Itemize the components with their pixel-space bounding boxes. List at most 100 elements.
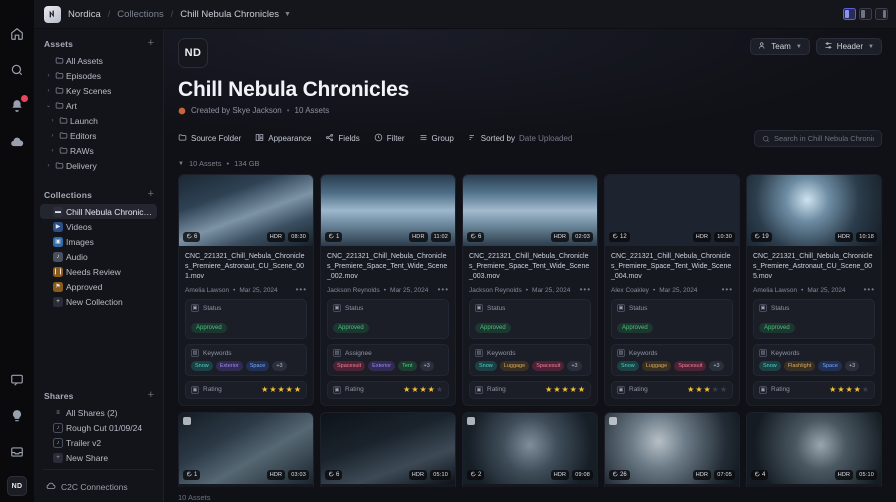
- status-field[interactable]: ▣ Status Approved: [185, 299, 307, 340]
- asset-thumbnail[interactable]: 1 HDR 03:03: [179, 412, 313, 484]
- sidebar-item-needs-review[interactable]: ❙❙ Needs Review: [40, 264, 157, 279]
- rating-field[interactable]: ▣ Rating ★ ★ ★ ★ ★: [327, 380, 449, 399]
- header-button[interactable]: Header ▼: [815, 38, 882, 55]
- tag-chip[interactable]: Exterior: [215, 361, 243, 371]
- tag-chip[interactable]: Snow: [759, 361, 781, 371]
- star-icon[interactable]: ★: [403, 385, 410, 394]
- sidebar-item-all-assets[interactable]: All Assets: [40, 53, 157, 68]
- sidebar-item-approved[interactable]: ⚑ Approved: [40, 279, 157, 294]
- select-checkbox[interactable]: [467, 416, 475, 425]
- rating-stars[interactable]: ★ ★ ★ ★ ★: [261, 385, 301, 394]
- star-icon[interactable]: ★: [837, 385, 844, 394]
- asset-card[interactable]: 6 HDR 02:03 CNC_221321_Chill_Nebula_Chronic…: [462, 174, 598, 406]
- sidebar-item-art[interactable]: ⌄ Art: [40, 98, 157, 113]
- rating-stars[interactable]: ★ ★ ★ ★ ★: [403, 385, 443, 394]
- asset-thumbnail[interactable]: 12 HDR 10:30: [605, 175, 739, 246]
- toolbar-sort[interactable]: Sorted by Date Uploaded: [468, 133, 572, 144]
- rating-field[interactable]: ▣ Rating ★ ★ ★ ★ ★: [185, 380, 307, 399]
- add-collection-icon[interactable]: +: [148, 189, 154, 200]
- tag-chip[interactable]: Tent: [398, 361, 417, 371]
- tag-chip[interactable]: Spacesuit: [333, 361, 366, 371]
- asset-more-menu-icon[interactable]: •••: [722, 286, 733, 294]
- tags-field[interactable]: ▥ Keywords Snow Flashlight Space +3: [753, 344, 875, 376]
- tag-chip[interactable]: Snow: [191, 361, 213, 371]
- team-button[interactable]: Team ▼: [750, 38, 810, 55]
- asset-card[interactable]: 19 HDR 10:18 CNC_221321_Chill_Nebula_Chroni…: [746, 174, 882, 406]
- asset-card[interactable]: 12 HDR 10:30 CNC_221321_Chill_Nebula_Chroni…: [604, 174, 740, 406]
- chevron-right-icon[interactable]: ›: [44, 163, 53, 169]
- asset-thumbnail[interactable]: 6 HDR 08:30: [179, 175, 313, 246]
- tags-field[interactable]: ▥ Keywords Snow Exterior Space +3: [185, 344, 307, 376]
- sidebar-item-delivery[interactable]: › Delivery: [40, 158, 157, 173]
- chevron-right-icon[interactable]: ›: [48, 148, 57, 154]
- sidebar-item-videos[interactable]: ▶ Videos: [40, 219, 157, 234]
- right-panel-toggle[interactable]: [875, 8, 888, 20]
- chevron-right-icon[interactable]: ›: [48, 133, 57, 139]
- star-icon[interactable]: ★: [411, 385, 418, 394]
- sidebar-item-key-scenes[interactable]: › Key Scenes: [40, 83, 157, 98]
- sidebar-item-images[interactable]: ▣ Images: [40, 234, 157, 249]
- search-input[interactable]: [774, 134, 874, 143]
- tags-field[interactable]: ▥ Keywords Snow Luggage Spacesuit +3: [469, 344, 591, 376]
- sidebar-item-all-shares-2-[interactable]: ≡ All Shares (2): [40, 405, 157, 420]
- lightbulb-icon[interactable]: [5, 404, 29, 428]
- star-icon[interactable]: ★: [261, 385, 268, 394]
- star-icon[interactable]: ★: [286, 385, 293, 394]
- toolbar-group[interactable]: Group: [419, 133, 454, 144]
- sidebar-item-c2c-connections[interactable]: C2C Connections: [34, 474, 163, 502]
- star-icon[interactable]: ★: [720, 385, 727, 394]
- tag-chip[interactable]: +3: [844, 361, 860, 371]
- tag-chip[interactable]: Luggage: [641, 361, 672, 371]
- toolbar-fields[interactable]: Fields: [325, 133, 360, 144]
- sidebar-item-launch[interactable]: › Launch: [40, 113, 157, 128]
- star-icon[interactable]: ★: [553, 385, 560, 394]
- chat-icon[interactable]: [5, 368, 29, 392]
- star-icon[interactable]: ★: [561, 385, 568, 394]
- rating-field[interactable]: ▣ Rating ★ ★ ★ ★ ★: [469, 380, 591, 399]
- asset-thumbnail[interactable]: 1 HDR 11:02: [321, 175, 455, 246]
- sidebar-item-editors[interactable]: › Editors: [40, 128, 157, 143]
- asset-thumbnail[interactable]: 19 HDR 10:18: [747, 175, 881, 246]
- cloud-upload-icon[interactable]: [5, 130, 29, 154]
- tag-chip[interactable]: Snow: [617, 361, 639, 371]
- star-icon[interactable]: ★: [428, 385, 435, 394]
- add-asset-folder-icon[interactable]: +: [148, 38, 154, 49]
- star-icon[interactable]: ★: [829, 385, 836, 394]
- status-field[interactable]: ▣ Status Approved: [611, 299, 733, 340]
- star-icon[interactable]: ★: [419, 385, 426, 394]
- asset-more-menu-icon[interactable]: •••: [438, 286, 449, 294]
- status-field[interactable]: ▣ Status Approved: [753, 299, 875, 340]
- star-icon[interactable]: ★: [578, 385, 585, 394]
- toolbar-filter[interactable]: Filter: [374, 133, 405, 144]
- star-icon[interactable]: ★: [687, 385, 694, 394]
- sidebar-item-trailer-v2[interactable]: ♪ Trailer v2: [40, 435, 157, 450]
- search-icon[interactable]: [5, 58, 29, 82]
- chevron-down-icon[interactable]: ▼: [284, 11, 291, 18]
- rating-field[interactable]: ▣ Rating ★ ★ ★ ★ ★: [611, 380, 733, 399]
- chevron-right-icon[interactable]: ›: [48, 118, 57, 124]
- star-icon[interactable]: ★: [854, 385, 861, 394]
- chevron-down-icon[interactable]: ⌄: [44, 102, 53, 109]
- star-icon[interactable]: ★: [269, 385, 276, 394]
- asset-card[interactable]: 1 HDR 11:02 CNC_221321_Chill_Nebula_Chronic…: [320, 174, 456, 406]
- brand-logo-icon[interactable]: [44, 5, 61, 23]
- tag-chip[interactable]: Spacesuit: [674, 361, 707, 371]
- toolbar-source-folder[interactable]: Source Folder: [178, 133, 241, 144]
- asset-card[interactable]: 2HDR09:08CNC_221321_Chill_Nebula_Chronic…: [462, 411, 598, 487]
- rating-stars[interactable]: ★ ★ ★ ★ ★: [829, 385, 869, 394]
- left-panel-toggle[interactable]: [843, 8, 856, 20]
- sidebar-item-episodes[interactable]: › Episodes: [40, 68, 157, 83]
- inbox-icon[interactable]: [5, 440, 29, 464]
- tag-chip[interactable]: +3: [709, 361, 724, 371]
- notifications-icon[interactable]: [5, 94, 29, 118]
- tags-field[interactable]: ▥ Assignee Spacesuit Exterior Tent +3: [327, 344, 449, 376]
- sidebar-item-rough-cut-01-09-24[interactable]: ♪ Rough Cut 01/09/24: [40, 420, 157, 435]
- sidebar-item-new-collection[interactable]: + New Collection: [40, 294, 157, 309]
- star-icon[interactable]: ★: [294, 385, 301, 394]
- toolbar-appearance[interactable]: Appearance: [255, 133, 311, 144]
- tag-chip[interactable]: Flashlight: [783, 361, 816, 371]
- status-field[interactable]: ▣ Status Approved: [327, 299, 449, 340]
- asset-card[interactable]: 6 HDR 08:30 CNC_221321_Chill_Nebula_Chronic…: [178, 174, 314, 406]
- tag-chip[interactable]: Snow: [475, 361, 497, 371]
- add-share-icon[interactable]: +: [148, 390, 154, 401]
